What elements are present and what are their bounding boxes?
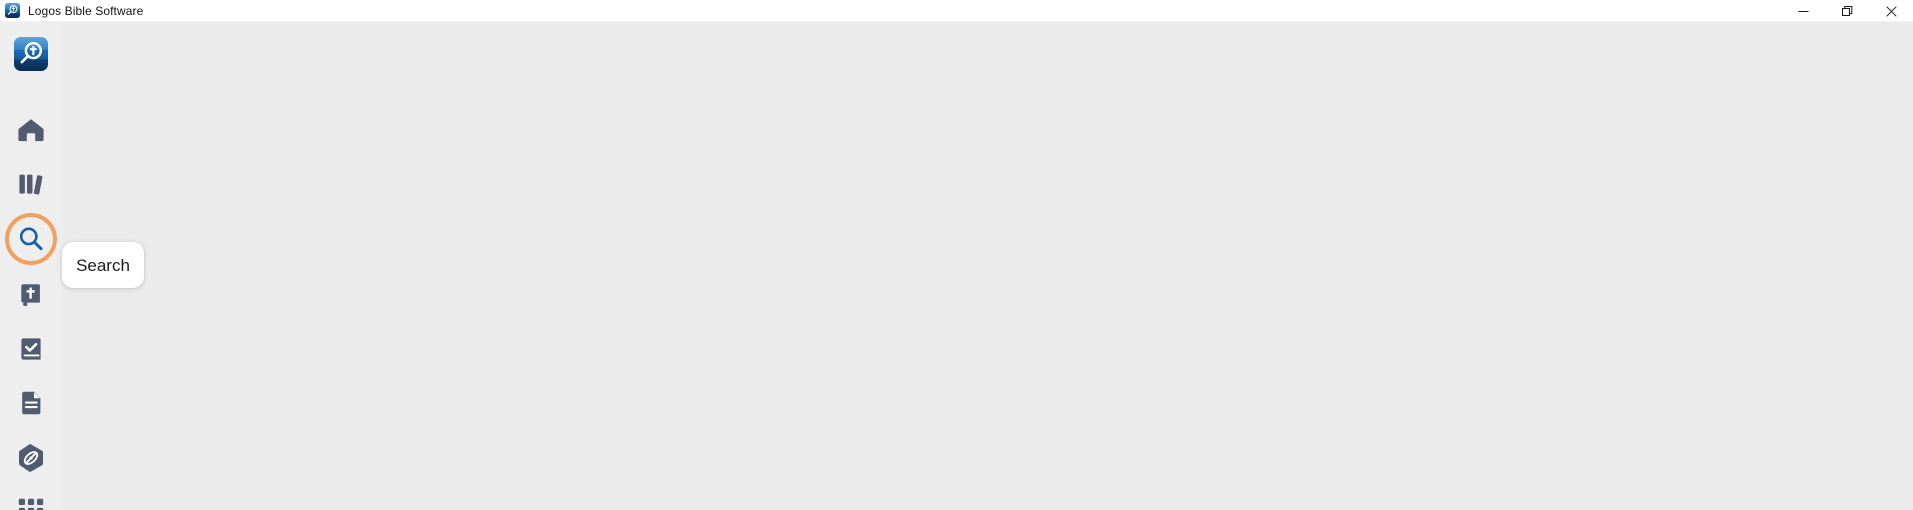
- sidebar-item-documents[interactable]: [0, 376, 62, 430]
- title-bar[interactable]: Logos Bible Software: [0, 0, 1913, 22]
- bible-book-cross-icon: [17, 281, 45, 309]
- search-tooltip: Search: [62, 242, 144, 288]
- sidebar-rail: [0, 22, 62, 510]
- reading-plan-book-check-icon: [17, 335, 45, 363]
- tools-grid-dots-icon: [18, 498, 44, 510]
- minimize-icon: [1798, 6, 1809, 17]
- main-area: Search: [0, 22, 1913, 510]
- sidebar-item-search[interactable]: [0, 212, 62, 266]
- sidebar-item-guides[interactable]: [0, 431, 62, 485]
- search-tooltip-label: Search: [76, 255, 130, 275]
- sidebar-item-home[interactable]: [0, 103, 62, 157]
- close-icon: [1885, 5, 1897, 17]
- document-page-icon: [17, 389, 45, 417]
- minimize-button[interactable]: [1781, 0, 1825, 22]
- sidebar-item-reading-plans[interactable]: [0, 322, 62, 376]
- home-icon: [17, 116, 45, 144]
- close-button[interactable]: [1869, 0, 1913, 22]
- sidebar-item-logos-logo[interactable]: [0, 27, 62, 81]
- logos-app-icon: [5, 3, 20, 18]
- sidebar-item-tools[interactable]: [0, 484, 62, 510]
- restore-window-icon: [1841, 5, 1853, 17]
- search-magnifier-icon: [16, 224, 46, 254]
- library-books-icon: [17, 170, 45, 198]
- window-title: Logos Bible Software: [28, 3, 144, 18]
- sidebar-item-bible[interactable]: [0, 268, 62, 322]
- sidebar-item-library[interactable]: [0, 157, 62, 211]
- content-panel: [62, 22, 1913, 510]
- guides-hexagon-icon: [17, 443, 45, 473]
- title-bar-left: Logos Bible Software: [0, 0, 143, 21]
- logos-logo-icon: [14, 37, 48, 71]
- window-controls: [1781, 0, 1913, 21]
- restore-button[interactable]: [1825, 0, 1869, 22]
- app-window: Logos Bible Software Search: [0, 0, 1913, 510]
